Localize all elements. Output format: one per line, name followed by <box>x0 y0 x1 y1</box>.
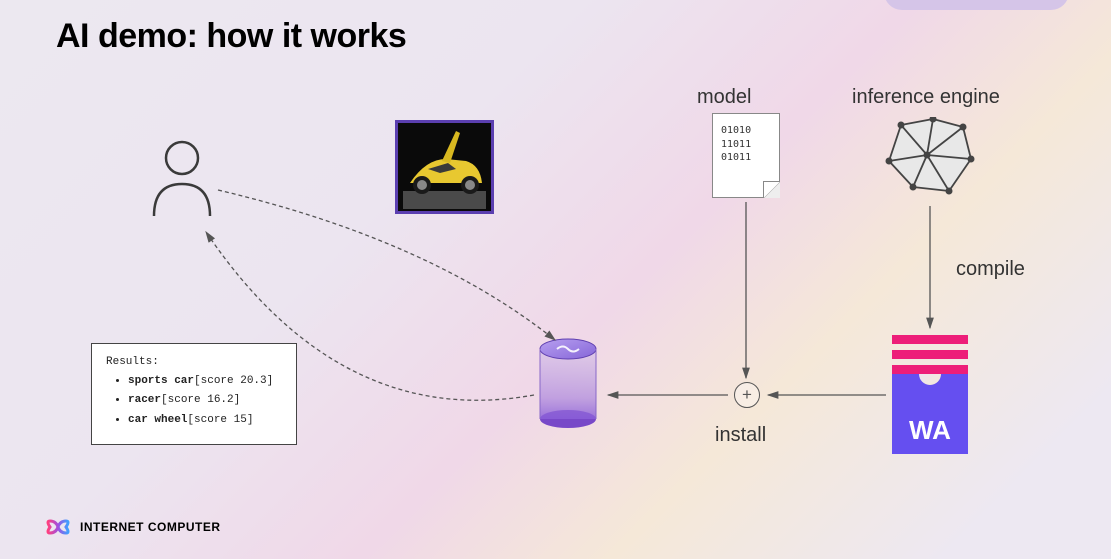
result-item: car wheel[score 15] <box>128 413 282 428</box>
wasm-module-icon: WA <box>892 335 968 454</box>
footer-logo: INTERNET COMPUTER <box>42 519 221 535</box>
label-install: install <box>715 424 766 447</box>
label-inference-engine: inference engine <box>852 86 1000 109</box>
input-image <box>395 120 494 214</box>
combine-plus-icon: + <box>734 382 760 408</box>
inference-engine-icon <box>883 117 979 203</box>
user-icon <box>146 140 218 220</box>
page-title: AI demo: how it works <box>56 17 406 56</box>
result-item: racer[score 16.2] <box>128 393 282 408</box>
model-binary-line: 11011 <box>721 138 771 152</box>
results-header: Results: <box>106 356 282 368</box>
results-panel: Results: sports car[score 20.3] racer[sc… <box>91 343 297 445</box>
model-binary-line: 01011 <box>721 151 771 165</box>
model-binary-line: 01010 <box>721 124 771 138</box>
model-file-icon: 01010 11011 01011 <box>712 113 780 198</box>
wasm-label: WA <box>909 415 951 446</box>
label-model: model <box>697 86 751 109</box>
label-compile: compile <box>956 258 1025 281</box>
top-decor-pill <box>884 0 1069 10</box>
result-item: sports car[score 20.3] <box>128 374 282 389</box>
arrows-overlay <box>0 0 1111 559</box>
footer-brand-text: INTERNET COMPUTER <box>80 520 221 534</box>
infinity-icon <box>42 519 74 535</box>
canister-icon <box>537 335 599 430</box>
